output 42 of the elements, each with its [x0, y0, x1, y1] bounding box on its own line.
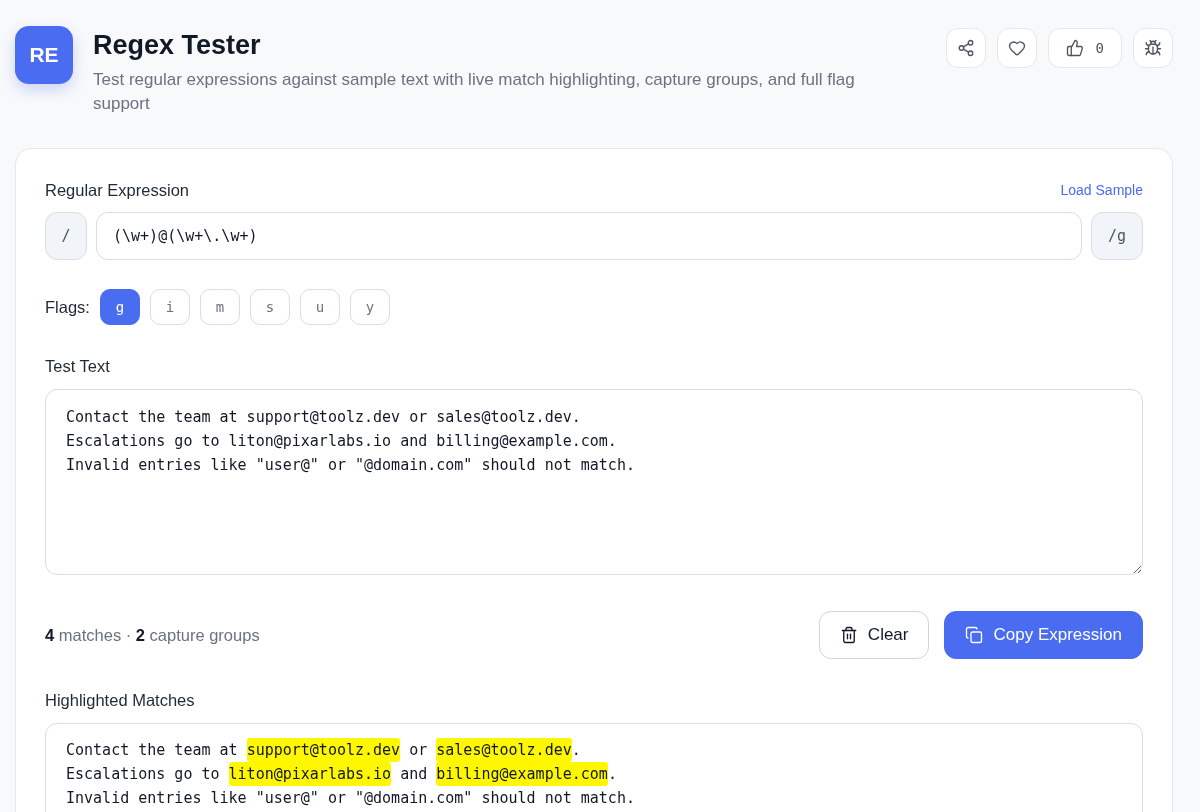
- thumbs-up-icon: [1065, 39, 1084, 57]
- favorite-button[interactable]: [996, 28, 1037, 68]
- match-summary: 4 matches · 2 capture groups: [45, 625, 260, 645]
- report-bug-button[interactable]: [1133, 28, 1173, 68]
- bug-icon: [1144, 39, 1162, 57]
- flag-toggle[interactable]: i: [149, 289, 190, 325]
- plain-text: .: [571, 740, 581, 761]
- match-highlight: sales@toolz.dev: [436, 738, 572, 762]
- plain-text: and: [399, 764, 429, 785]
- page-description: Test regular expressions against sample text with live match highlighting, capture groups, and full flag support: [93, 69, 856, 115]
- flags-label: Flags:: [45, 297, 90, 318]
- flag-toggle[interactable]: s: [249, 289, 290, 325]
- page-title: Regex Tester: [93, 29, 261, 62]
- delimiter-prefix: /: [45, 212, 87, 260]
- field-label: Test Text: [45, 356, 110, 377]
- plain-text: Contact the team at: [66, 740, 239, 761]
- plain-text: or: [408, 740, 429, 761]
- clear-button[interactable]: Clear: [818, 611, 930, 659]
- flag-toggle[interactable]: m: [199, 289, 240, 325]
- share-button[interactable]: [945, 28, 986, 68]
- copy-expression-button[interactable]: Copy Expression: [944, 611, 1143, 659]
- flag-toggle[interactable]: g: [99, 289, 140, 325]
- trash-icon: [839, 626, 858, 644]
- test-text-field[interactable]: Contact the team at support@toolz.dev or sales@toolz.dev. Escalations go to liton@pixarlabs.io and billing@example.com. Invalid entries like "user@" or "@domain.com" should not match.: [45, 389, 1143, 575]
- plain-text: Escalations go to: [66, 764, 221, 785]
- plain-text: .: [607, 764, 617, 785]
- copy-icon: [965, 626, 984, 644]
- field-label: Regular Expression: [45, 180, 189, 201]
- field-label: Highlighted Matches: [45, 690, 195, 711]
- pattern-input[interactable]: (\w+)@(\w+\.\w+): [96, 212, 1082, 260]
- match-highlight: billing@example.com: [436, 762, 608, 786]
- share-icon: [956, 39, 975, 57]
- heart-icon: [1007, 39, 1026, 57]
- match-highlight: liton@pixarlabs.io: [228, 762, 392, 786]
- app-logo: RE: [15, 26, 73, 84]
- flag-toggle[interactable]: y: [349, 289, 390, 325]
- flag-toggle[interactable]: u: [299, 289, 340, 325]
- plain-text: Invalid entries like "user@" or "@domain.com" should not match.: [66, 788, 635, 809]
- flags-suffix: /g: [1091, 212, 1143, 260]
- load-sample-link[interactable]: Load Sample: [1060, 182, 1143, 198]
- match-highlight: support@toolz.dev: [246, 738, 401, 762]
- like-button[interactable]: 0: [1047, 28, 1122, 68]
